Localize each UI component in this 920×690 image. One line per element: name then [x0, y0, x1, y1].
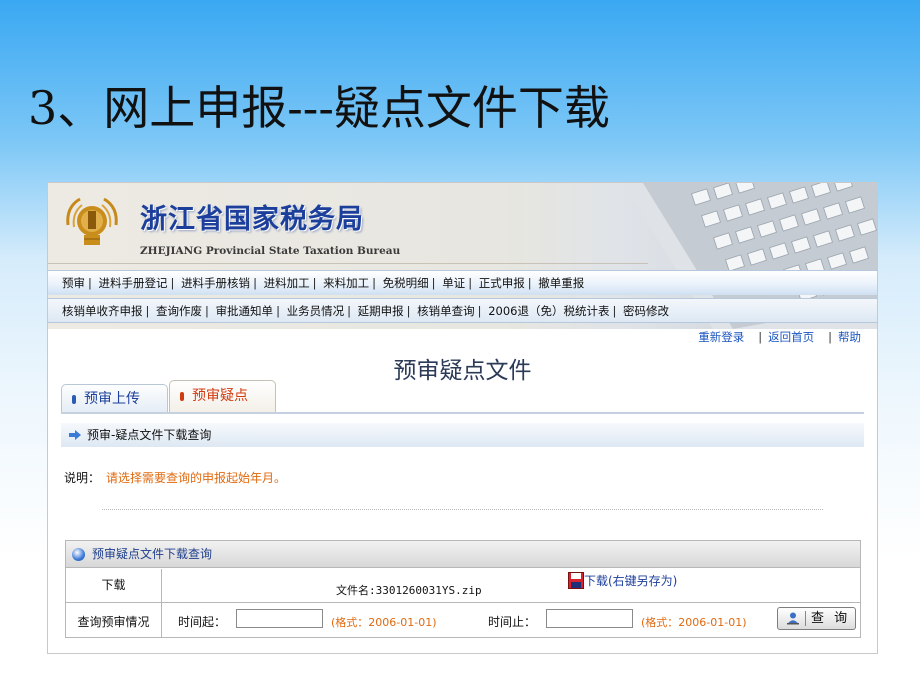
- time-from-input[interactable]: [236, 609, 323, 628]
- home-link[interactable]: 返回首页: [768, 330, 814, 344]
- time-from-label: 时间起：: [178, 615, 227, 629]
- tab-prereview-doubts[interactable]: 预审疑点: [169, 380, 276, 413]
- nav-item-documents[interactable]: 单证: [442, 276, 465, 290]
- download-label: 下载: [101, 578, 126, 592]
- nav-item-approval-notice[interactable]: 审批通知单: [216, 304, 274, 318]
- tab-prereview-upload[interactable]: 预审上传: [61, 384, 168, 413]
- tab-bullet-icon: [180, 391, 184, 401]
- download-link-text: 下载(右键另存为): [584, 574, 678, 588]
- download-label-cell: 下载: [66, 569, 162, 602]
- tax-emblem-icon: [66, 197, 118, 245]
- download-link[interactable]: 下载(右键另存为): [568, 572, 677, 589]
- globe-bullet-icon: [72, 548, 85, 561]
- agency-name-cn: 浙江省国家税务局: [140, 204, 364, 235]
- help-link[interactable]: 帮助: [838, 330, 861, 344]
- time-to-label: 时间止：: [488, 615, 537, 629]
- nav-item-verification-query[interactable]: 核销单查询: [417, 304, 475, 318]
- nav-menu-row-2: 核销单收齐申报 | 查询作废 | 审批通知单 | 业务员情况 | 延期申报 | 核销单查询…: [48, 298, 877, 323]
- user-query-icon: [787, 612, 799, 625]
- nav-item-salesperson-info[interactable]: 业务员情况: [287, 304, 345, 318]
- nav-item-change-password[interactable]: 密码修改: [623, 304, 669, 318]
- nav-item-supplied-processing[interactable]: 来料加工: [323, 276, 369, 290]
- query-row: 查询预审情况 时间起： (格式：2006-01-01) 时间止： (格式：200…: [66, 603, 860, 637]
- nav-item-2006-statistics[interactable]: 2006退（免）税统计表: [488, 304, 609, 318]
- tab-underline: [61, 412, 864, 414]
- relogin-link[interactable]: 重新登录: [698, 330, 744, 344]
- file-name: 文件名:3301260031YS.zip: [336, 584, 482, 597]
- floppy-disk-icon: [568, 572, 584, 589]
- note-label: 说明：: [64, 471, 101, 485]
- nav-item-verification-collected[interactable]: 核销单收齐申报: [62, 304, 143, 318]
- nav-item-prereview[interactable]: 预审: [62, 276, 85, 290]
- tab-label: 预审疑点: [192, 388, 248, 404]
- nav-item-formal-declaration[interactable]: 正式申报: [479, 276, 525, 290]
- instruction-note: 说明： 请选择需要查询的申报起始年月。: [64, 469, 286, 486]
- query-label-cell: 查询预审情况: [66, 603, 162, 637]
- section-title: 预审-疑点文件下载查询: [87, 428, 212, 442]
- nav-menu-row-1: 预审 | 进料手册登记 | 进料手册核销 | 进料加工 | 来料加工 | 免税明细 | 单证…: [48, 270, 877, 295]
- nav-item-import-manual-register[interactable]: 进料手册登记: [99, 276, 168, 290]
- slide-title: 3、网上申报---疑点文件下载: [28, 81, 610, 135]
- query-panel: 预审疑点文件下载查询 下载 文件名:3301260031YS.zip 下载(右键…: [65, 540, 861, 638]
- note-text: 请选择需要查询的申报起始年月。: [106, 471, 287, 485]
- nav-item-import-processing[interactable]: 进料加工: [264, 276, 310, 290]
- nav-item-extension-declaration[interactable]: 延期申报: [358, 304, 404, 318]
- dotted-divider: [102, 509, 823, 510]
- download-row: 下载 文件名:3301260031YS.zip 下载(右键另存为): [66, 569, 860, 603]
- query-panel-title: 预审疑点文件下载查询: [92, 547, 213, 561]
- nav-item-withdraw-redeclare[interactable]: 撤单重报: [538, 276, 584, 290]
- section-title-bar: 预审-疑点文件下载查询: [61, 423, 864, 447]
- nav-item-import-manual-verify[interactable]: 进料手册核销: [181, 276, 250, 290]
- nav-item-tax-exempt-detail[interactable]: 免税明细: [383, 276, 429, 290]
- tab-bullet-icon: [72, 394, 76, 404]
- query-panel-header: 预审疑点文件下载查询: [66, 541, 860, 568]
- time-from-format-hint: (格式：2006-01-01): [331, 616, 437, 629]
- agency-name-en: ZHEJIANG Provincial State Taxation Burea…: [140, 245, 401, 257]
- query-button-label: 查 询: [811, 611, 851, 626]
- browser-screenshot: 浙江省国家税务局 ZHEJIANG Provincial State Taxat…: [47, 182, 878, 654]
- top-links: 重新登录 | 返回首页 | 帮助: [698, 330, 861, 344]
- nav-item-query-void[interactable]: 查询作废: [156, 304, 202, 318]
- arrow-right-icon: [69, 430, 81, 440]
- tab-label: 预审上传: [84, 391, 140, 407]
- query-label: 查询预审情况: [77, 615, 150, 629]
- time-to-input[interactable]: [546, 609, 633, 628]
- time-to-format-hint: (格式：2006-01-01): [641, 616, 747, 629]
- query-button[interactable]: 查 询: [777, 607, 856, 630]
